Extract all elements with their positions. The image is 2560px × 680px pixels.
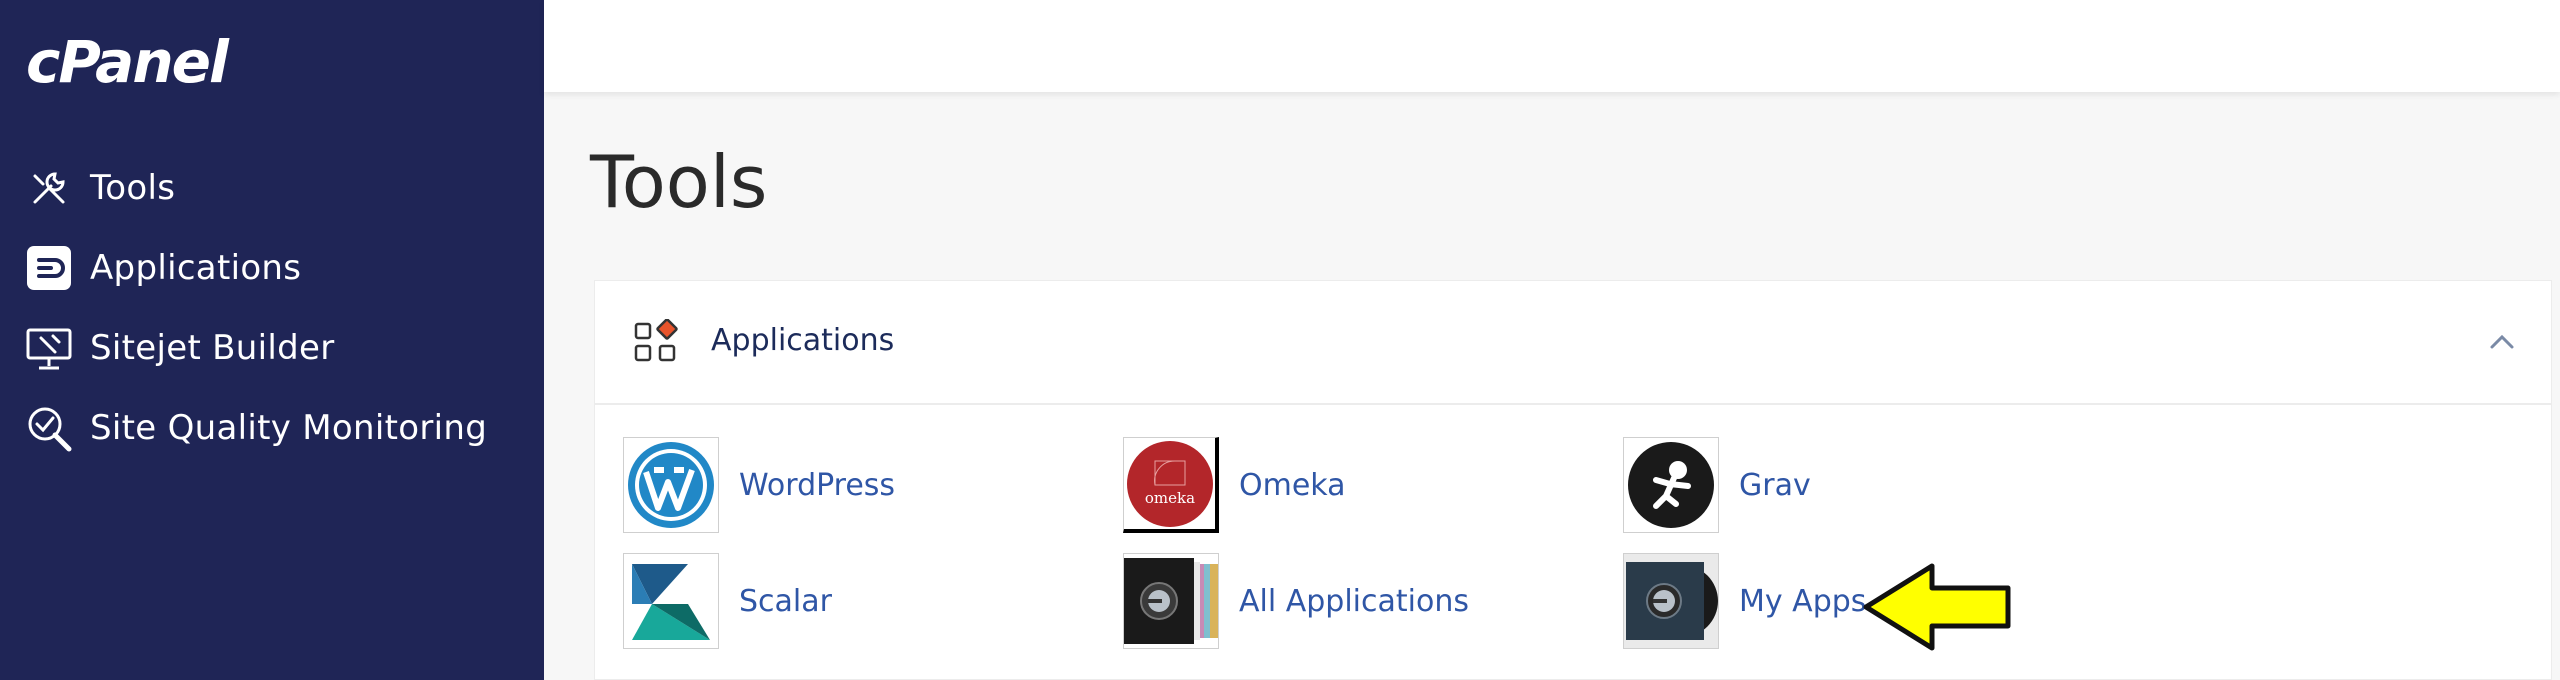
sitejet-icon <box>24 323 74 373</box>
my-apps-icon <box>1623 553 1719 649</box>
app-label: My Apps <box>1739 583 1867 619</box>
sidebar-item-site-quality-monitoring[interactable]: Site Quality Monitoring <box>24 398 524 458</box>
arrow-left-icon <box>1863 563 2011 651</box>
panel-header[interactable]: Applications <box>595 281 2551 405</box>
app-label: WordPress <box>739 467 896 503</box>
omeka-icon-text: omeka <box>1144 489 1194 507</box>
omeka-icon: omeka <box>1123 437 1219 533</box>
app-all-applications[interactable]: All Applications <box>1123 553 1469 649</box>
sidebar-item-label: Site Quality Monitoring <box>90 408 488 448</box>
app-grav[interactable]: Grav <box>1623 437 1811 533</box>
sidebar: cPanel Tools Applications Sitejet Builde… <box>0 0 544 680</box>
wordpress-icon <box>623 437 719 533</box>
cpanel-logo[interactable]: cPanel <box>26 28 229 96</box>
applications-icon <box>24 243 74 293</box>
site-quality-icon <box>24 403 74 453</box>
scalar-icon <box>623 553 719 649</box>
app-wordpress[interactable]: WordPress <box>623 437 895 533</box>
app-label: Omeka <box>1239 467 1346 503</box>
sidebar-item-applications[interactable]: Applications <box>24 238 524 298</box>
all-applications-icon <box>1123 553 1219 649</box>
top-bar <box>544 0 2560 92</box>
app-my-apps[interactable]: My Apps <box>1623 553 1866 649</box>
applications-panel: Applications WordPress omeka Omeka Grav … <box>594 280 2552 680</box>
app-label: Scalar <box>739 583 832 619</box>
sidebar-item-tools[interactable]: Tools <box>24 158 524 218</box>
tools-icon <box>24 163 74 213</box>
panel-title: Applications <box>711 323 895 358</box>
chevron-up-icon[interactable] <box>2487 327 2517 357</box>
app-scalar[interactable]: Scalar <box>623 553 832 649</box>
grav-icon <box>1623 437 1719 533</box>
sidebar-item-label: Tools <box>90 168 176 208</box>
app-group-icon <box>633 318 679 365</box>
sidebar-item-sitejet-builder[interactable]: Sitejet Builder <box>24 318 524 378</box>
app-label: All Applications <box>1239 583 1469 619</box>
sidebar-item-label: Applications <box>90 248 302 288</box>
app-omeka[interactable]: omeka Omeka <box>1123 437 1346 533</box>
page-title: Tools <box>590 140 768 224</box>
sidebar-item-label: Sitejet Builder <box>90 328 335 368</box>
app-label: Grav <box>1739 467 1811 503</box>
